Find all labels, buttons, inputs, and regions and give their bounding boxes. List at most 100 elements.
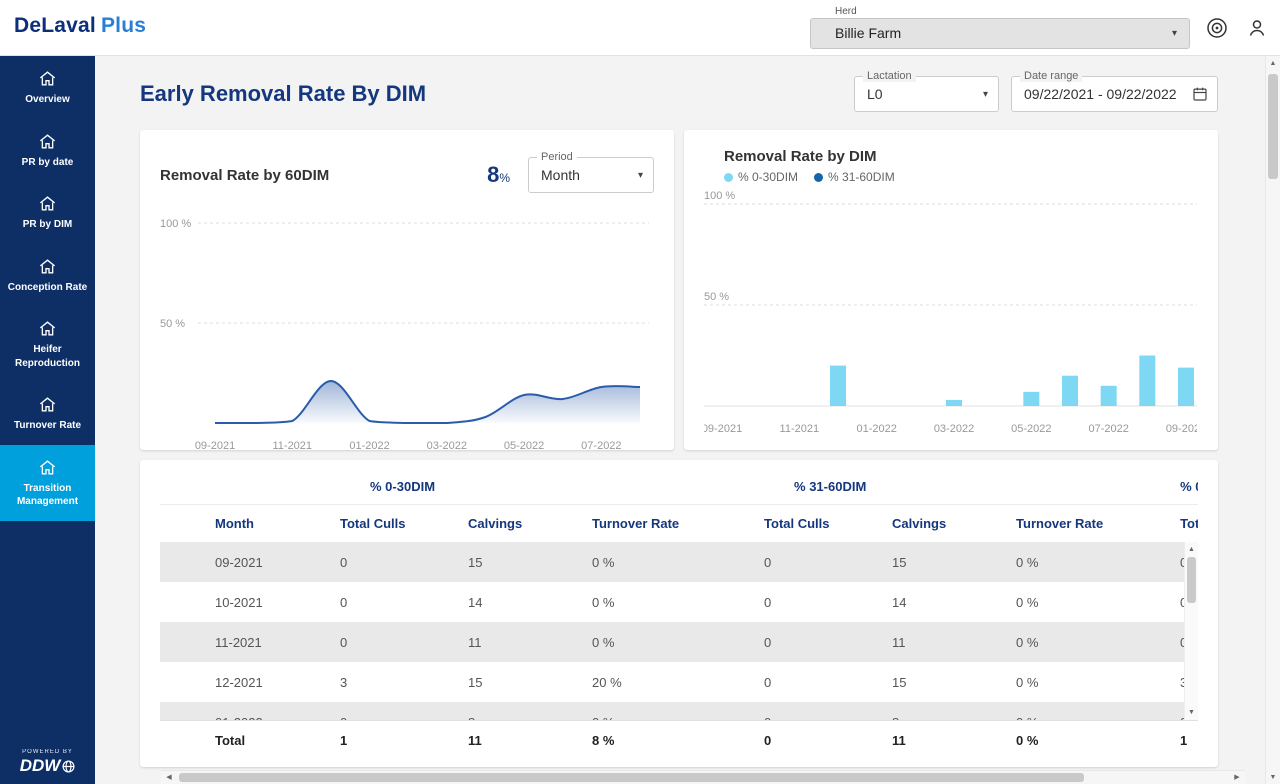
table-cell: 11 <box>882 622 1006 662</box>
bar <box>1062 376 1078 406</box>
table-cell: 0 % <box>1006 702 1170 720</box>
bar-legend: % 0-30DIM % 31-60DIM <box>724 169 1198 185</box>
sidebar-item-label: PR by DIM <box>23 218 72 232</box>
table-cell: 10-2021 <box>160 582 330 622</box>
home-icon <box>38 319 57 338</box>
scrollbar-thumb[interactable] <box>1268 74 1278 179</box>
table-cell: 20 % <box>582 662 754 702</box>
herd-select[interactable]: Herd Billie Farm ▾ <box>810 18 1190 49</box>
legend-item: % 0-30DIM <box>724 170 798 184</box>
table-row: 01-2022080 %080 %080 % <box>160 702 1198 720</box>
table-cell: 15 <box>458 542 582 582</box>
scroll-left-arrow[interactable]: ◀ <box>161 774 177 781</box>
sidebar-item-pr-by-date[interactable]: PR by date <box>0 119 95 182</box>
x-tick-label: 11-2021 <box>780 423 820 435</box>
table-cell: 0 <box>330 582 458 622</box>
table-vertical-scrollbar[interactable]: ▲ ▼ <box>1184 542 1198 720</box>
date-range-label: Date range <box>1020 70 1082 82</box>
sidebar-item-heifer-reproduction[interactable]: Heifer Reproduction <box>0 306 95 382</box>
column-header: Turnover Rate <box>582 504 754 542</box>
table-cell: 0 <box>754 542 882 582</box>
total-cell: 1 <box>1170 721 1198 761</box>
x-tick-label: 09-2021 <box>195 440 235 450</box>
table-head: % 0-30DIM% 31-60DIM% 0-60DIMMonthTotal C… <box>160 470 1198 542</box>
x-tick-label: 05-2022 <box>504 440 544 450</box>
bar <box>830 366 846 406</box>
x-tick-label: 05-2022 <box>1011 423 1051 435</box>
lactation-label: Lactation <box>863 70 916 82</box>
legend-item: % 31-60DIM <box>814 170 895 184</box>
table-cell: 15 <box>458 662 582 702</box>
y-tick-label: 100 % <box>160 218 191 230</box>
removal-rate-60dim-card: Removal Rate by 60DIM 8% Period Month ▾ <box>140 130 674 450</box>
scroll-down-arrow[interactable]: ▼ <box>1185 706 1198 719</box>
table-row: 11-20210110 %0110 %0110 % <box>160 622 1198 662</box>
legend-dot <box>724 173 733 182</box>
scroll-right-arrow[interactable]: ▶ <box>1229 774 1245 781</box>
total-row: Total1118 %0110 %1118 % <box>160 721 1198 761</box>
table-cell: 0 <box>754 702 882 720</box>
column-header: Total Culls <box>1170 504 1198 542</box>
total-cell: 11 <box>882 721 1006 761</box>
globe-icon <box>62 760 75 773</box>
table-cell: 0 % <box>1006 542 1170 582</box>
home-icon <box>38 395 57 414</box>
x-tick-label: 07-2022 <box>1088 423 1128 435</box>
table-cell: 14 <box>458 582 582 622</box>
sidebar-item-pr-by-dim[interactable]: PR by DIM <box>0 181 95 244</box>
table-cell: 0 % <box>1006 582 1170 622</box>
group-label: % 0-30DIM <box>330 470 754 504</box>
total-cell: 8 % <box>582 721 754 761</box>
topbar: DeLavalPlus Herd Billie Farm ▾ <box>0 0 1280 56</box>
target-icon[interactable] <box>1204 15 1230 41</box>
total-cell: 1 <box>330 721 458 761</box>
table-cell: 0 <box>330 702 458 720</box>
bar <box>1139 356 1155 407</box>
powered-by-logo: Powered by DDW <box>0 749 95 776</box>
sidebar-nav: OverviewPR by date PR by DIM Conception Ra… <box>0 56 95 521</box>
scroll-up-arrow[interactable]: ▲ <box>1266 56 1280 70</box>
bar <box>946 400 962 406</box>
bar <box>1178 368 1194 406</box>
sidebar-item-conception-rate[interactable]: Conception Rate <box>0 244 95 307</box>
scroll-up-arrow[interactable]: ▲ <box>1185 543 1198 556</box>
chevron-down-icon: ▾ <box>1172 28 1177 39</box>
table-cell: 0 % <box>582 542 754 582</box>
table-body: 09-20210150 %0150 %0150 %10-20210140 %01… <box>160 542 1198 720</box>
total-cell: 0 % <box>1006 721 1170 761</box>
table-cell: 15 <box>882 662 1006 702</box>
group-label: % 0-60DIM <box>1170 470 1198 504</box>
y-tick-label: 100 % <box>704 191 735 202</box>
table-total: Total1118 %0110 %1118 % <box>160 720 1198 761</box>
sidebar: OverviewPR by date PR by DIM Conception Ra… <box>0 56 95 784</box>
table-cell: 12-2021 <box>160 662 330 702</box>
table-row: 10-20210140 %0140 %0140 % <box>160 582 1198 622</box>
scroll-down-arrow[interactable]: ▼ <box>1266 770 1280 784</box>
lactation-select[interactable]: Lactation L0 ▾ <box>854 76 999 112</box>
logo-primary: DeLaval <box>14 14 96 37</box>
period-select[interactable]: Period Month ▾ <box>528 157 654 193</box>
column-header: Calvings <box>458 504 582 542</box>
sidebar-item-transition-management[interactable]: Transition Management <box>0 445 95 521</box>
column-header-row: MonthTotal CullsCalvingsTurnover RateTot… <box>160 504 1198 542</box>
column-header: Total Culls <box>330 504 458 542</box>
line-chart-title: Removal Rate by 60DIM <box>160 167 329 184</box>
scrollbar-thumb[interactable] <box>1187 557 1196 603</box>
table-cell: 8 <box>882 702 1006 720</box>
table-body-viewport: 09-20210150 %0150 %0150 %10-20210140 %01… <box>160 542 1198 720</box>
bar-chart-title: Removal Rate by DIM <box>724 148 1198 165</box>
page-vertical-scrollbar[interactable]: ▲ ▼ <box>1265 56 1280 784</box>
chevron-down-icon: ▾ <box>983 89 988 100</box>
sidebar-item-overview[interactable]: Overview <box>0 56 95 119</box>
logo-secondary: Plus <box>101 14 146 37</box>
sidebar-item-label: Heifer Reproduction <box>4 343 91 370</box>
date-range-input[interactable]: Date range 09/22/2021 - 09/22/2022 <box>1011 76 1218 112</box>
user-icon[interactable] <box>1244 15 1270 41</box>
y-tick-label: 50 % <box>160 318 185 330</box>
page-horizontal-scrollbar[interactable]: ◀ ▶ <box>161 770 1245 784</box>
scrollbar-thumb[interactable] <box>179 773 1084 782</box>
chevron-down-icon: ▾ <box>638 170 643 181</box>
home-icon <box>38 132 57 151</box>
sidebar-item-turnover-rate[interactable]: Turnover Rate <box>0 382 95 445</box>
table-cell: 0 % <box>1006 662 1170 702</box>
